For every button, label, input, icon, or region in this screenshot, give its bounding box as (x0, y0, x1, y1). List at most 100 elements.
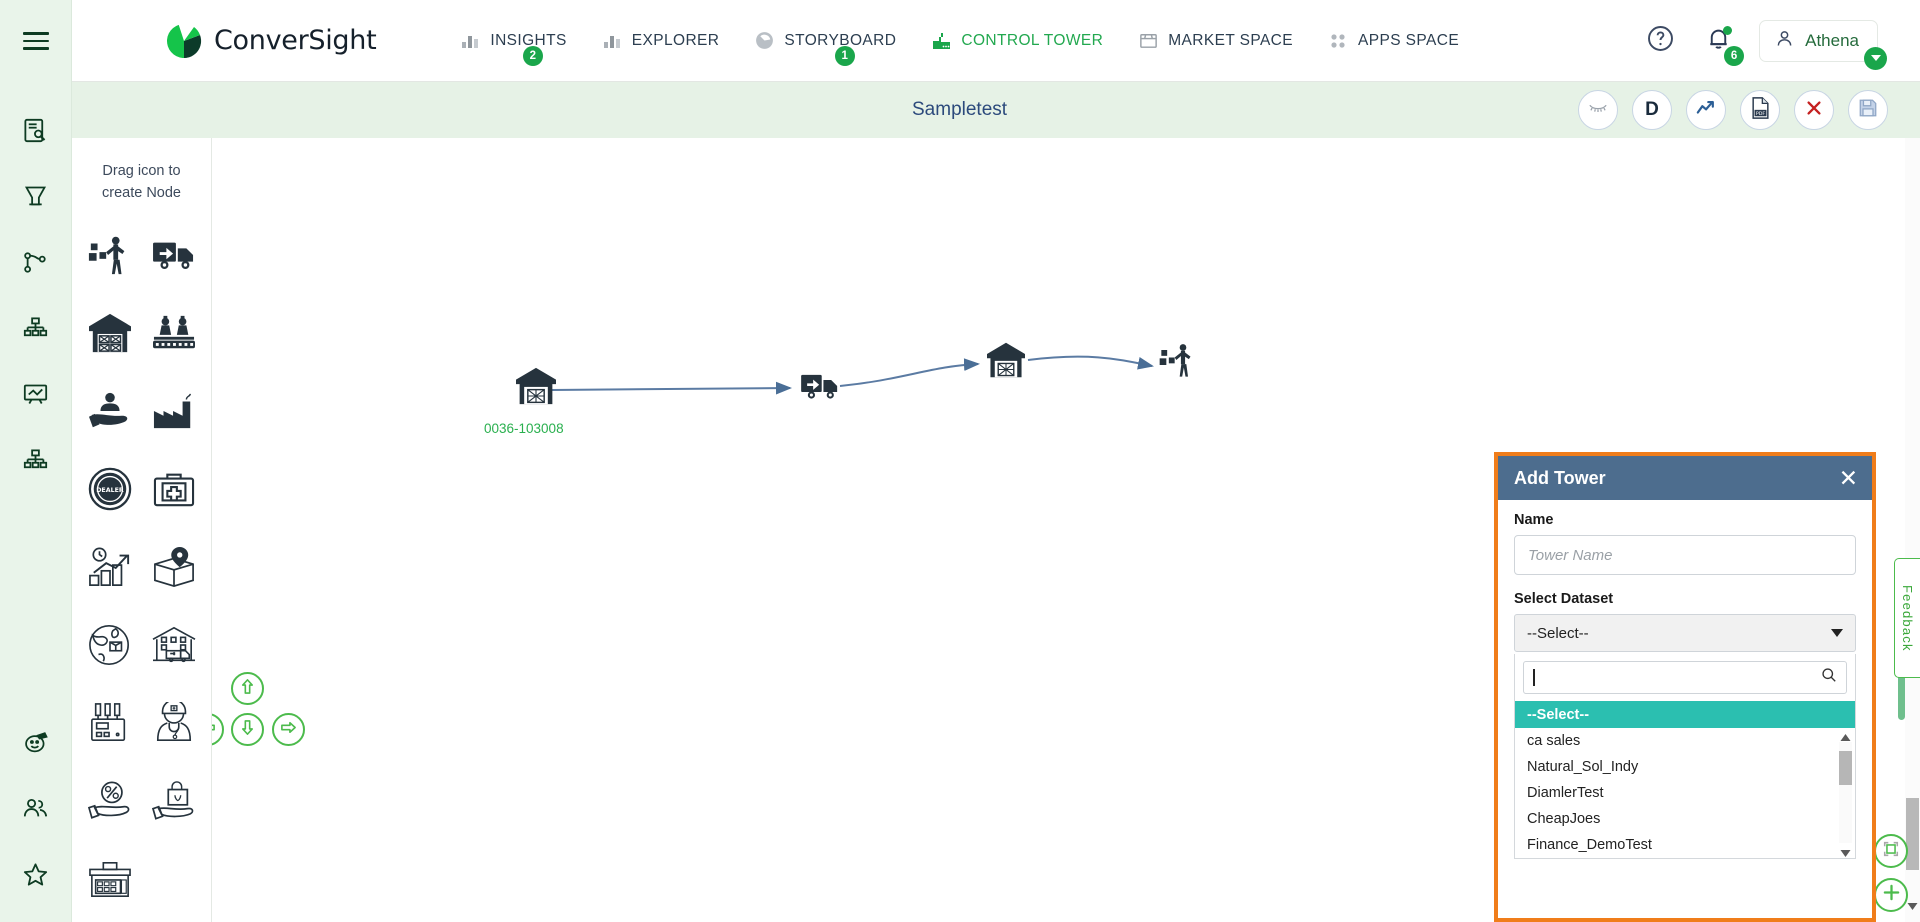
dialog-title: Add Tower (1514, 467, 1606, 488)
canvas-node-worker[interactable] (1150, 334, 1206, 390)
node-icon-lab-analyzer[interactable] (81, 696, 139, 754)
package-location-pin-icon (151, 546, 197, 593)
forecast-bar-chart-icon (87, 546, 133, 593)
node-icon-worker-boxes[interactable] (81, 228, 139, 286)
feedback-tab-button[interactable]: Feedback (1894, 558, 1920, 678)
canvas-node-warehouse-2[interactable] (978, 334, 1034, 390)
rail-item-users[interactable] (16, 788, 56, 828)
node-icon-warehouse[interactable] (81, 306, 139, 364)
nav-item-market-space[interactable]: MARKET SPACE (1120, 0, 1310, 82)
rail-item-hierarchy[interactable] (16, 308, 56, 348)
nav-item-insights[interactable]: INSIGHTS 2 (442, 0, 583, 82)
node-icon-retail-bag[interactable] (145, 774, 203, 832)
dropdown-scrollbar[interactable] (1839, 729, 1852, 857)
node-icon-hand-customer[interactable] (81, 384, 139, 442)
node-icon-discount-hand[interactable] (81, 774, 139, 832)
node-icon-forecast-chart[interactable] (81, 540, 139, 598)
palette-grid: DEALER (78, 228, 206, 910)
funnel-lab-icon (22, 183, 49, 210)
sub-toolbar: Sampletest D PDF (72, 82, 1920, 138)
dataset-search-input[interactable] (1523, 661, 1847, 694)
rail-item-pipeline[interactable] (16, 242, 56, 282)
node-icon-distribution-center[interactable] (145, 618, 203, 676)
dealer-badge-icon: DEALER (88, 467, 132, 516)
dataset-option[interactable]: CheapJoes (1515, 806, 1855, 832)
hand-shopping-bag-icon (151, 780, 197, 827)
scroll-up-arrow[interactable] (1840, 729, 1851, 741)
scrollbar-thumb[interactable] (1839, 751, 1852, 785)
warehouse-icon (87, 312, 133, 359)
nav-item-apps-space[interactable]: APPS SPACE (1310, 0, 1476, 82)
dataset-option[interactable]: ca sales (1515, 728, 1855, 754)
notifications-count-badge: 6 (1724, 45, 1745, 66)
pan-right-button[interactable] (272, 713, 305, 746)
fit-to-screen-button[interactable] (1874, 834, 1908, 868)
document-search-icon (22, 117, 49, 144)
close-x-icon (1805, 99, 1823, 122)
rail-item-reports[interactable] (16, 110, 56, 150)
lab-analyzer-icon (88, 702, 132, 749)
save-button[interactable] (1848, 90, 1888, 130)
brand-logo-link[interactable]: ConverSight (164, 21, 377, 61)
notifications-button[interactable]: 6 (1701, 24, 1745, 66)
node-icon-doctor[interactable] (145, 696, 203, 754)
rail-item-org[interactable] (16, 440, 56, 480)
pan-up-button[interactable] (231, 672, 264, 705)
dataset-option[interactable]: --Select-- (1515, 701, 1855, 728)
close-icon[interactable]: ✕ (1839, 466, 1858, 490)
node-icon-medical-kit[interactable] (145, 462, 203, 520)
node-icon-store[interactable] (81, 852, 139, 910)
scroll-down-arrow[interactable] (1840, 845, 1851, 857)
dataset-select[interactable]: --Select-- (1514, 614, 1856, 652)
user-menu-button[interactable]: Athena (1759, 19, 1887, 70)
hand-percent-icon (87, 780, 133, 827)
brand-name: ConverSight (214, 25, 377, 56)
node-icon-factory[interactable] (145, 384, 203, 442)
canvas-vertical-scrollbar[interactable] (1905, 138, 1920, 922)
dataset-option[interactable]: Finance_DemoTest (1515, 832, 1855, 858)
node-palette: Drag icon to create Node DEALER (72, 138, 212, 922)
canvas-node-warehouse-1[interactable] (508, 360, 564, 416)
nav-item-control-tower[interactable]: CONTROL TOWER (913, 0, 1120, 82)
node-icon-delivery-truck[interactable] (145, 228, 203, 286)
star-icon (22, 861, 49, 888)
rail-item-learning[interactable] (16, 722, 56, 762)
rail-item-lab[interactable] (16, 176, 56, 216)
help-button[interactable] (1643, 24, 1677, 58)
nav-item-storyboard[interactable]: STORYBOARD 1 (736, 0, 913, 82)
user-avatar-icon (1774, 28, 1795, 54)
feedback-label: Feedback (1900, 584, 1915, 652)
pan-down-button[interactable] (231, 713, 264, 746)
text-cursor (1533, 669, 1535, 686)
close-button[interactable] (1794, 90, 1834, 130)
export-pdf-button[interactable]: PDF (1740, 90, 1780, 130)
data-button[interactable]: D (1632, 90, 1672, 130)
chevron-down-icon[interactable] (1864, 46, 1887, 70)
dataset-selected-value: --Select-- (1527, 624, 1589, 642)
canvas-node-truck[interactable] (792, 360, 848, 416)
dataset-option-list[interactable]: --Select-- ca sales Natural_Sol_Indy Dia… (1515, 701, 1855, 858)
bar-chart-icon (459, 30, 481, 52)
hide-toggle-button[interactable] (1578, 90, 1618, 130)
node-icon-package-location[interactable] (145, 540, 203, 598)
add-node-button[interactable] (1874, 878, 1908, 912)
node-icon-global-shipping[interactable] (81, 618, 139, 676)
fit-to-screen-icon (1882, 840, 1900, 863)
scroll-down-arrow[interactable] (1907, 898, 1918, 916)
dataset-option[interactable]: Natural_Sol_Indy (1515, 754, 1855, 780)
node-icon-dealer[interactable]: DEALER (81, 462, 139, 520)
rail-item-presentation[interactable] (16, 374, 56, 414)
nav-badge-insights: 2 (523, 45, 544, 66)
left-icon-rail (0, 0, 72, 922)
bar-chart-icon (601, 30, 623, 52)
hierarchy-icon (22, 315, 49, 342)
node-icon-assembly-line[interactable] (145, 306, 203, 364)
hamburger-menu-button[interactable] (0, 0, 72, 82)
rail-item-favorites[interactable] (16, 854, 56, 894)
trend-button[interactable] (1686, 90, 1726, 130)
hamburger-menu-icon (22, 27, 49, 55)
dataset-option[interactable]: DiamlerTest (1515, 780, 1855, 806)
canvas-node-label-1: 0036-103008 (484, 421, 564, 436)
tower-name-input[interactable] (1514, 535, 1856, 575)
nav-item-explorer[interactable]: EXPLORER (584, 0, 737, 82)
